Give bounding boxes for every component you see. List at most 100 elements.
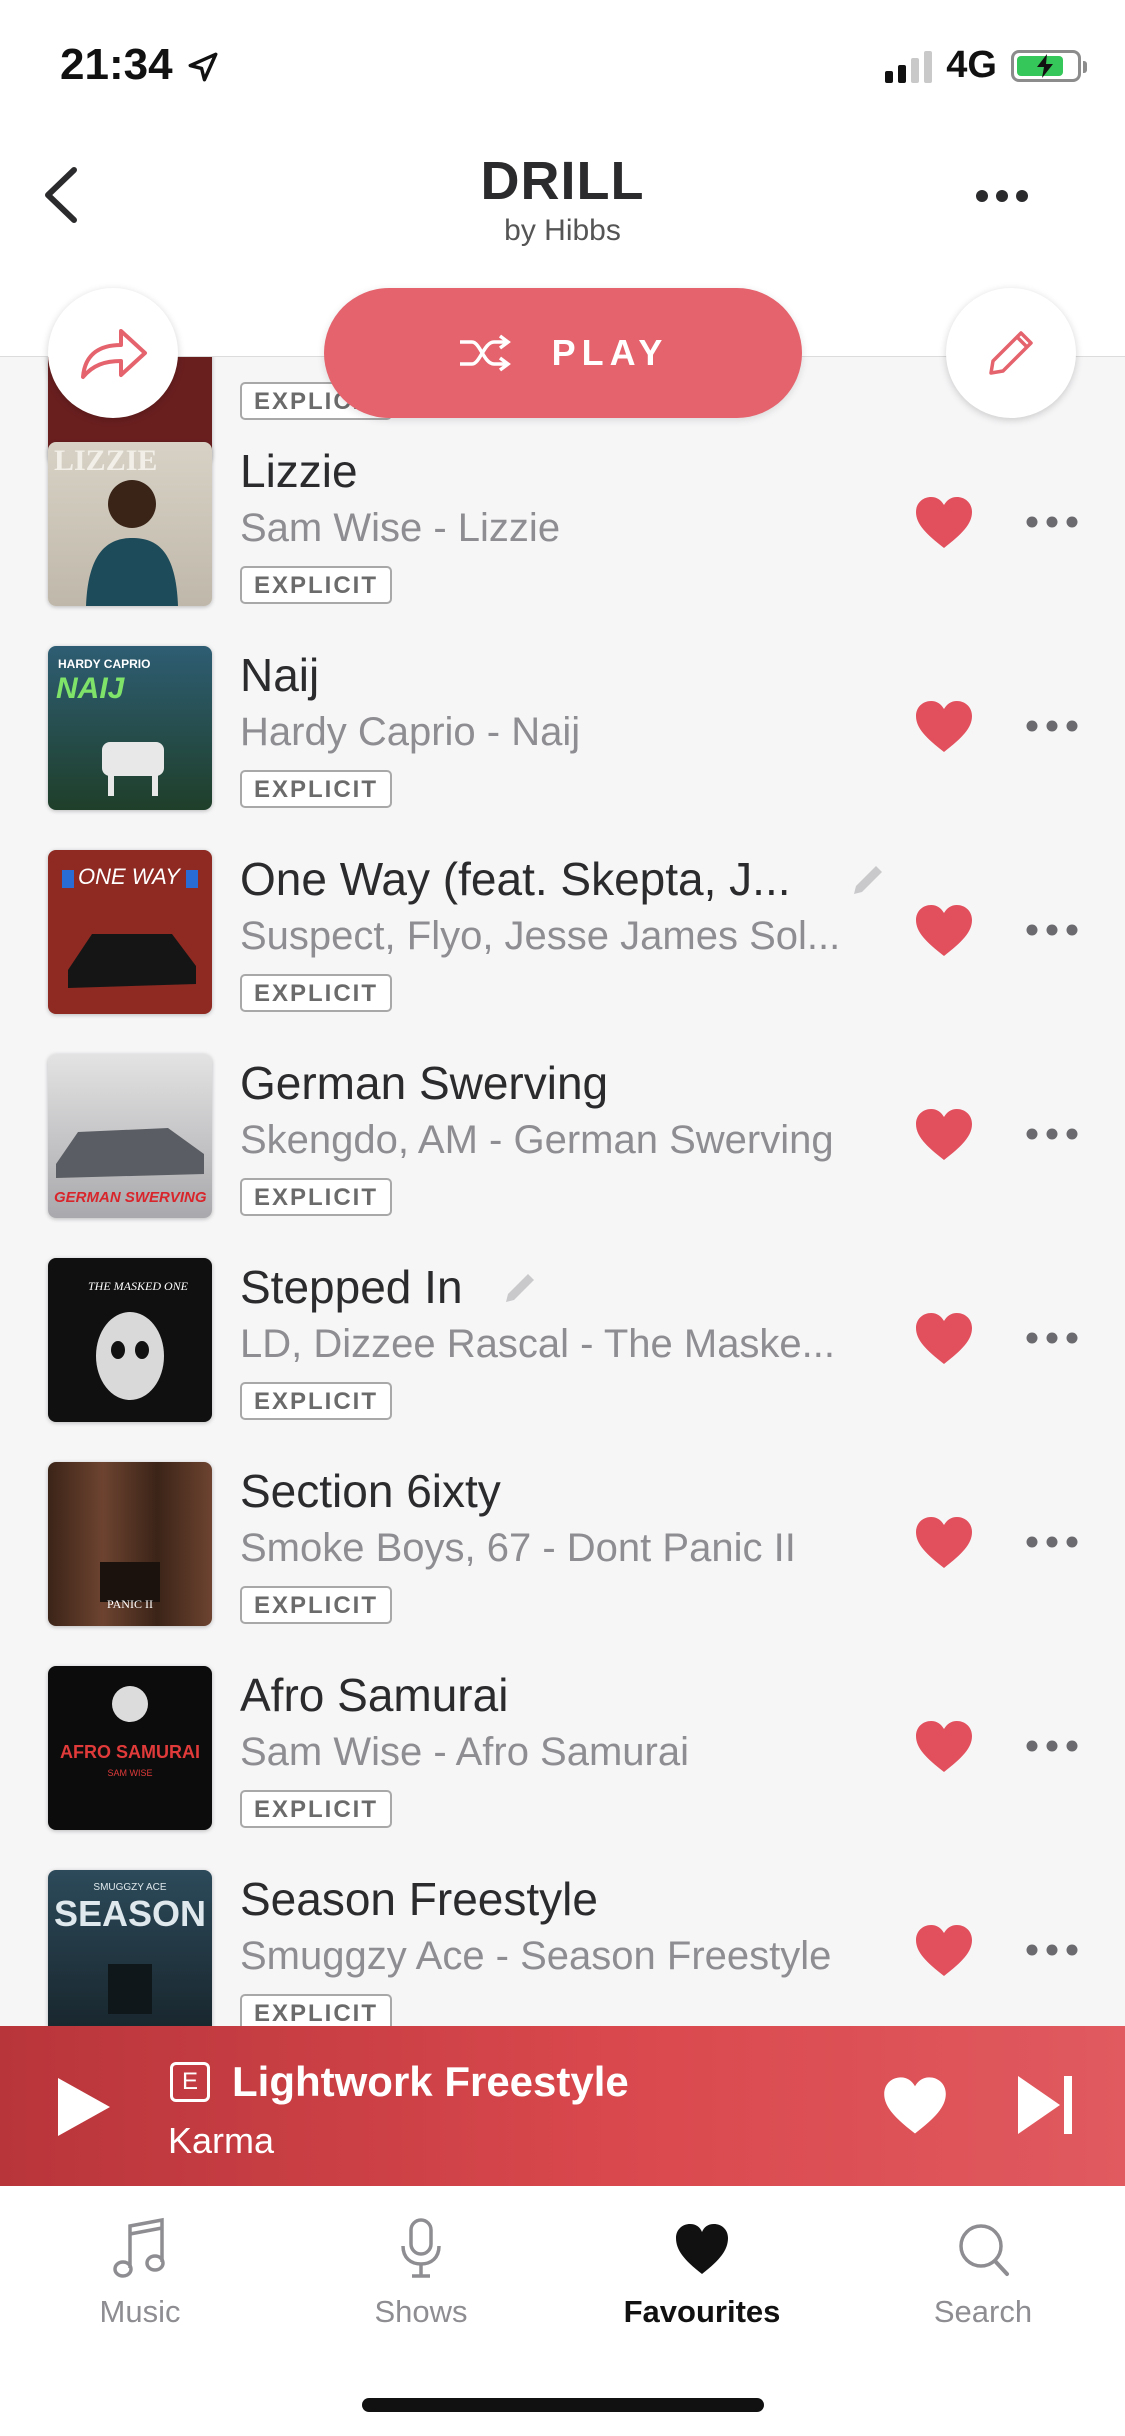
more-options-icon[interactable] (967, 176, 1037, 216)
album-art: LIZZIE (48, 442, 212, 606)
heart-icon[interactable] (914, 1108, 974, 1162)
art-text: THE MASKED ONE (88, 1279, 189, 1293)
art-text: PANIC II (107, 1597, 153, 1611)
art-text: AFRO SAMURAI (60, 1742, 200, 1762)
more-options-icon[interactable] (1024, 1532, 1080, 1552)
album-art: AFRO SAMURAI SAM WISE (48, 1666, 212, 1830)
track-row[interactable]: THE MASKED ONE Stepped In LD, Dizzee Ras… (0, 1258, 1125, 1462)
heart-icon[interactable] (882, 2076, 948, 2136)
status-time: 21:34 (60, 40, 173, 89)
album-art: GERMAN SWERVING (48, 1054, 212, 1218)
now-playing-title: Lightwork Freestyle (232, 2058, 629, 2105)
heart-icon[interactable] (914, 1924, 974, 1978)
art-text: ONE WAY (78, 864, 181, 889)
microphone-icon (401, 2218, 441, 2278)
more-options-icon[interactable] (1024, 1736, 1080, 1756)
more-options-icon[interactable] (1024, 1328, 1080, 1348)
art-text: HARDY CAPRIO (58, 657, 150, 671)
explicit-badge: EXPLICIT (240, 566, 393, 604)
heart-icon[interactable] (914, 1516, 974, 1570)
play-icon[interactable] (54, 2074, 114, 2140)
share-arrow-icon (81, 329, 147, 379)
heart-icon[interactable] (914, 496, 974, 550)
music-note-icon (113, 2217, 165, 2278)
track-title: Afro Samurai (240, 1669, 509, 1721)
explicit-badge: EXPLICIT (240, 1586, 393, 1624)
track-title: Season Freestyle (240, 1873, 598, 1925)
explicit-badge: EXPLICIT (240, 1790, 393, 1828)
track-row[interactable]: HARDY CAPRIO NAIJ Naij Hardy Caprio - Na… (0, 646, 1125, 850)
share-button[interactable] (48, 288, 178, 418)
track-row[interactable]: GERMAN SWERVING German Swerving Skengdo,… (0, 1054, 1125, 1258)
shuffle-play-button[interactable]: PLAY (324, 288, 802, 418)
track-title: Naij (240, 649, 320, 701)
track-row[interactable]: ONE WAY One Way (feat. Skepta, J... Susp… (0, 850, 1125, 1054)
heart-icon[interactable] (914, 700, 974, 754)
album-art: SMUGGZY ACE SEASON (48, 1870, 212, 2026)
track-row[interactable]: PANIC II Section 6ixty Smoke Boys, 67 - … (0, 1462, 1125, 1666)
search-icon (959, 2224, 1009, 2276)
shuffle-icon (459, 334, 511, 372)
tab-music[interactable]: Music (30, 2216, 250, 2330)
more-options-icon[interactable] (1024, 920, 1080, 940)
tab-label: Search (933, 2294, 1033, 2329)
track-title: Stepped In (240, 1261, 463, 1313)
track-row[interactable]: LIZZIE Lizzie Sam Wise - Lizzie EXPLICIT (0, 442, 1125, 646)
album-art: HARDY CAPRIO NAIJ (48, 646, 212, 810)
explicit-badge: EXPLICIT (240, 770, 393, 808)
track-row[interactable]: SMUGGZY ACE SEASON Season Freestyle Smug… (0, 1870, 1125, 2026)
art-text: SMUGGZY ACE (93, 1882, 166, 1893)
page-subtitle: by Hibbs (504, 214, 621, 247)
play-label: PLAY (551, 332, 669, 373)
page-title: DRILL (480, 151, 645, 211)
explicit-badge: EXPLICIT (240, 974, 393, 1012)
album-art: THE MASKED ONE (48, 1258, 212, 1422)
now-playing-bar[interactable]: E Lightwork Freestyle Karma (0, 2026, 1125, 2186)
heart-icon (676, 2224, 728, 2274)
more-options-icon[interactable] (1024, 512, 1080, 532)
tab-shows[interactable]: Shows (311, 2216, 531, 2330)
tab-search[interactable]: Search (873, 2216, 1093, 2330)
art-text: SEASON (54, 1893, 206, 1934)
more-options-icon[interactable] (1024, 716, 1080, 736)
track-subtitle: Skengdo, AM - German Swerving (240, 1118, 834, 1162)
heart-icon[interactable] (914, 1720, 974, 1774)
home-indicator (362, 2398, 764, 2412)
edit-playlist-button[interactable] (946, 288, 1076, 418)
explicit-badge: EXPLICIT (240, 1178, 393, 1216)
pencil-icon (989, 331, 1033, 375)
explicit-e-badge: E (170, 2062, 210, 2102)
signal-strength-icon (885, 49, 933, 83)
art-text: GERMAN SWERVING (54, 1189, 207, 1206)
now-playing-artist: Karma (168, 2120, 275, 2161)
tab-label: Shows (374, 2294, 468, 2329)
heart-icon[interactable] (914, 904, 974, 958)
network-type: 4G (946, 44, 997, 86)
art-text: NAIJ (56, 672, 126, 705)
skip-next-icon[interactable] (1016, 2072, 1076, 2138)
tab-favourites[interactable]: Favourites (592, 2216, 812, 2330)
track-subtitle: Smoke Boys, 67 - Dont Panic II (240, 1526, 796, 1570)
album-art: ONE WAY (48, 850, 212, 1014)
art-text: SAM WISE (107, 1768, 152, 1778)
battery-icon (1011, 49, 1087, 82)
pencil-icon (854, 866, 882, 894)
track-subtitle: Suspect, Flyo, Jesse James Sol... (240, 914, 841, 958)
track-title: Section 6ixty (240, 1465, 501, 1517)
status-indicators: 4G (885, 44, 1087, 87)
art-text: LIZZIE (54, 444, 157, 477)
track-subtitle: LD, Dizzee Rascal - The Maske... (240, 1322, 836, 1366)
location-arrow-icon (188, 52, 218, 82)
track-title: Lizzie (240, 445, 358, 497)
album-art: PANIC II (48, 1462, 212, 1626)
more-options-icon[interactable] (1024, 1940, 1080, 1960)
explicit-badge: EXPLICIT (240, 1994, 393, 2026)
track-title: One Way (feat. Skepta, J... (240, 853, 791, 905)
more-options-icon[interactable] (1024, 1124, 1080, 1144)
track-row[interactable]: AFRO SAMURAI SAM WISE Afro Samurai Sam W… (0, 1666, 1125, 1870)
track-subtitle: Hardy Caprio - Naij (240, 710, 581, 754)
heart-icon[interactable] (914, 1312, 974, 1366)
explicit-badge: EXPLICIT (240, 1382, 393, 1420)
track-subtitle: Smuggzy Ace - Season Freestyle (240, 1934, 832, 1978)
track-list[interactable]: EXPLICIT LIZZIE Lizzie Sam Wise - Lizzie… (0, 356, 1125, 2026)
